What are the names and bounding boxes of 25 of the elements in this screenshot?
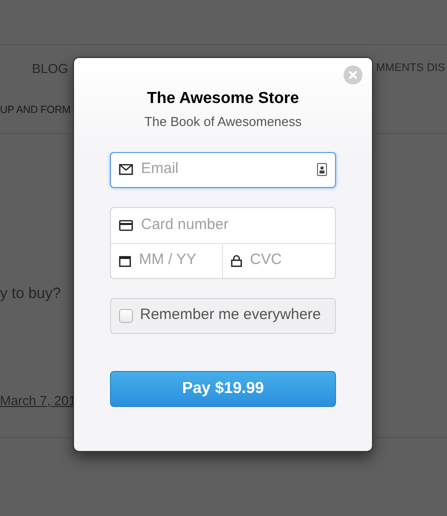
body-text: y to buy? (0, 284, 61, 304)
text-input[interactable]: CVC (250, 249, 327, 272)
pay-button[interactable]: Pay $19.99 (110, 370, 336, 406)
nav-link[interactable]: UP AND FORM (0, 103, 71, 119)
text-input[interactable]: Card number (141, 214, 327, 236)
email-field[interactable]: Email (110, 152, 336, 188)
cvc-field[interactable]: CVC (223, 244, 335, 278)
text-input[interactable]: MM / YY (139, 249, 214, 272)
remember-option[interactable]: Remember me everywhere (110, 298, 336, 334)
close-icon[interactable] (343, 65, 363, 85)
lock-icon (231, 254, 242, 266)
envelope-icon (119, 164, 133, 175)
contact-card-icon[interactable] (317, 163, 327, 176)
date-link[interactable]: March 7, 201 (0, 391, 76, 410)
store-title: The Awesome Store (146, 89, 300, 109)
checkbox[interactable] (119, 308, 133, 322)
store-subtitle: The Book of Awesomeness (144, 113, 302, 131)
nav-link[interactable]: BLOG (32, 59, 68, 78)
checkbox-label: Remember me everywhere (140, 305, 321, 326)
card-number-field[interactable]: Card number (111, 208, 335, 244)
calendar-icon (119, 254, 131, 266)
expiry-field[interactable]: MM / YY (111, 244, 223, 278)
card-icon (119, 220, 133, 230)
text-input[interactable]: Email (141, 158, 317, 181)
nav-link[interactable]: MMENTS DIS (376, 60, 446, 76)
